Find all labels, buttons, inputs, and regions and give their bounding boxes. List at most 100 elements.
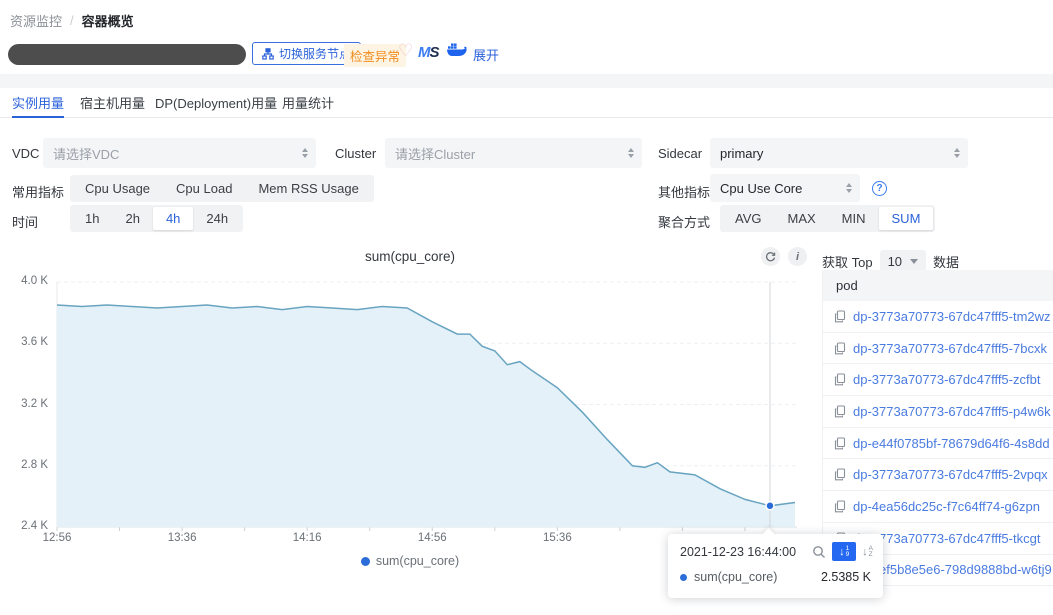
docker-whale-icon bbox=[447, 43, 467, 63]
redacted-node-selector[interactable] bbox=[8, 44, 246, 65]
chevron-updown-icon bbox=[302, 148, 308, 158]
table-row: dp-3773a70773-67dc47fff5-2vpqx bbox=[823, 459, 1053, 491]
chart-canvas bbox=[0, 270, 820, 570]
help-icon[interactable]: ? bbox=[872, 181, 887, 196]
sidecar-select[interactable]: primary bbox=[710, 138, 968, 168]
x-axis-tick-label: 14:16 bbox=[282, 532, 332, 544]
vdc-select[interactable]: 请选择VDC bbox=[43, 138, 316, 168]
agg-max[interactable]: MAX bbox=[775, 207, 829, 230]
switch-service-node-label: 切换服务节点 bbox=[279, 45, 351, 62]
sidecar-label: Sidecar bbox=[658, 146, 702, 161]
info-icon[interactable]: i bbox=[788, 247, 807, 266]
aggregation-label: 聚合方式 bbox=[658, 212, 710, 231]
copy-icon[interactable] bbox=[834, 342, 847, 355]
agg-avg[interactable]: AVG bbox=[722, 207, 775, 230]
chevron-updown-icon bbox=[954, 148, 960, 158]
metric-cpu-usage[interactable]: Cpu Usage bbox=[72, 177, 163, 200]
tooltip-series-value: 2.5385 K bbox=[821, 570, 871, 584]
table-row: dp-3773a70773-67dc47fff5-p4w6k bbox=[823, 396, 1053, 428]
copy-icon[interactable] bbox=[834, 310, 847, 323]
agg-sum[interactable]: SUM bbox=[879, 207, 934, 230]
top-n-suffix: 数据 bbox=[933, 252, 959, 271]
favorite-heart-icon[interactable]: ♡ bbox=[398, 41, 413, 61]
copy-icon[interactable] bbox=[834, 468, 847, 481]
series-dot-icon bbox=[680, 574, 687, 581]
breadcrumb: 资源监控 / 容器概览 bbox=[10, 11, 134, 30]
table-row: dp-3773a70773-67dc47fff5-zcfbt bbox=[823, 364, 1053, 396]
pod-link[interactable]: dp-3773a70773-67dc47fff5-zcfbt bbox=[853, 372, 1040, 387]
x-axis-tick-label: 12:56 bbox=[32, 532, 82, 544]
y-axis-tick-label: 3.2 K bbox=[0, 398, 48, 410]
vdc-label: VDC bbox=[12, 146, 39, 161]
tab-deployment-usage[interactable]: DP(Deployment)用量 bbox=[155, 93, 277, 112]
common-metrics-label: 常用指标 bbox=[12, 182, 64, 201]
sort-by-value-button[interactable]: ↓19 bbox=[832, 542, 856, 561]
aggregation-group: AVG MAX MIN SUM bbox=[720, 205, 935, 232]
tooltip-timestamp: 2021-12-23 16:44:00 bbox=[680, 545, 812, 559]
y-axis-tick-label: 4.0 K bbox=[0, 275, 48, 287]
usage-line-chart: sum(cpu_core) 4.0 K3.6 K3.2 K2.8 K2.4 K1… bbox=[0, 270, 820, 570]
chevron-updown-icon bbox=[628, 148, 634, 158]
y-axis-tick-label: 3.6 K bbox=[0, 336, 48, 348]
pod-link[interactable]: dp-3773a70773-67dc47fff5-tm2wz bbox=[853, 309, 1051, 324]
node-tree-icon bbox=[262, 48, 274, 60]
other-metrics-select[interactable]: Cpu Use Core bbox=[710, 174, 860, 202]
pod-link[interactable]: dp-4ea56dc25c-f7c64ff74-g6zpn bbox=[853, 499, 1040, 514]
table-row: dp-3773a70773-67dc47fff5-7bcxk bbox=[823, 333, 1053, 365]
time-1h[interactable]: 1h bbox=[72, 207, 112, 230]
table-row: dp-4ea56dc25c-f7c64ff74-g6zpn bbox=[823, 491, 1053, 523]
time-2h[interactable]: 2h bbox=[112, 207, 152, 230]
pod-link[interactable]: dp-3773a70773-67dc47fff5-2vpqx bbox=[853, 467, 1048, 482]
search-icon[interactable] bbox=[812, 545, 826, 559]
breadcrumb-separator: / bbox=[70, 13, 74, 28]
chevron-updown-icon bbox=[846, 183, 852, 193]
table-row: dp-e44f0785bf-78679d64f6-4s8dd bbox=[823, 428, 1053, 460]
pod-link[interactable]: dp-3773a70773-67dc47fff5-p4w6k bbox=[853, 404, 1051, 419]
time-range-group: 1h 2h 4h 24h bbox=[70, 205, 243, 232]
pod-column-header: pod bbox=[823, 270, 1053, 301]
pod-link[interactable]: dp-e44f0785bf-78679d64f6-4s8dd bbox=[853, 436, 1050, 451]
tab-host-usage[interactable]: 宿主机用量 bbox=[80, 93, 145, 112]
page-title: 容器概览 bbox=[82, 11, 134, 30]
chart-tooltip: 2021-12-23 16:44:00 ↓19 ↓AZ sum(cpu_core… bbox=[668, 534, 883, 598]
tab-instance-usage[interactable]: 实例用量 bbox=[12, 93, 64, 112]
legend-dot-icon bbox=[361, 557, 370, 566]
y-axis-tick-label: 2.4 K bbox=[0, 520, 48, 532]
cluster-select[interactable]: 请选择Cluster bbox=[385, 138, 642, 168]
legend-label: sum(cpu_core) bbox=[376, 554, 459, 568]
metric-mem-rss-usage[interactable]: Mem RSS Usage bbox=[245, 177, 371, 200]
cluster-label: Cluster bbox=[335, 146, 376, 161]
agg-min[interactable]: MIN bbox=[829, 207, 879, 230]
breadcrumb-section[interactable]: 资源监控 bbox=[10, 11, 62, 30]
active-tab-underline bbox=[12, 116, 64, 118]
top-n-control: 获取 Top 10 数据 bbox=[822, 250, 959, 272]
page-background-band bbox=[0, 74, 1053, 88]
time-24h[interactable]: 24h bbox=[193, 207, 241, 230]
other-metrics-label: 其他指标 bbox=[658, 182, 710, 201]
x-axis-tick-label: 13:36 bbox=[157, 532, 207, 544]
container-overview-page: 资源监控 / 容器概览 切换服务节点 检查异常 ♡ MS 展开 实例用量 bbox=[0, 0, 1053, 615]
tab-usage-stats[interactable]: 用量统计 bbox=[282, 93, 334, 112]
metric-cpu-load[interactable]: Cpu Load bbox=[163, 177, 245, 200]
check-anomaly-badge[interactable]: 检查异常 bbox=[344, 44, 406, 67]
sort-alphabetical-button[interactable]: ↓AZ bbox=[862, 546, 873, 558]
refresh-icon[interactable] bbox=[761, 247, 780, 266]
x-axis-tick-label: 14:56 bbox=[407, 532, 457, 544]
chart-title: sum(cpu_core) bbox=[0, 249, 820, 264]
tooltip-series-name: sum(cpu_core) bbox=[694, 570, 814, 584]
copy-icon[interactable] bbox=[834, 437, 847, 450]
top-n-select[interactable]: 10 bbox=[880, 250, 926, 272]
table-row: dp-3773a70773-67dc47fff5-tm2wz bbox=[823, 301, 1053, 333]
copy-icon[interactable] bbox=[834, 405, 847, 418]
y-axis-tick-label: 2.8 K bbox=[0, 459, 48, 471]
pod-link[interactable]: dp-3773a70773-67dc47fff5-7bcxk bbox=[853, 341, 1047, 356]
expand-link[interactable]: 展开 bbox=[473, 45, 499, 64]
chevron-down-icon bbox=[910, 259, 918, 264]
top-n-prefix: 获取 Top bbox=[822, 252, 873, 271]
time-range-label: 时间 bbox=[12, 212, 38, 231]
usage-tabs: 实例用量 宿主机用量 DP(Deployment)用量 用量统计 bbox=[0, 88, 1053, 118]
copy-icon[interactable] bbox=[834, 373, 847, 386]
time-4h[interactable]: 4h bbox=[153, 207, 193, 230]
copy-icon[interactable] bbox=[834, 500, 847, 513]
x-axis-tick-label: 15:36 bbox=[532, 532, 582, 544]
